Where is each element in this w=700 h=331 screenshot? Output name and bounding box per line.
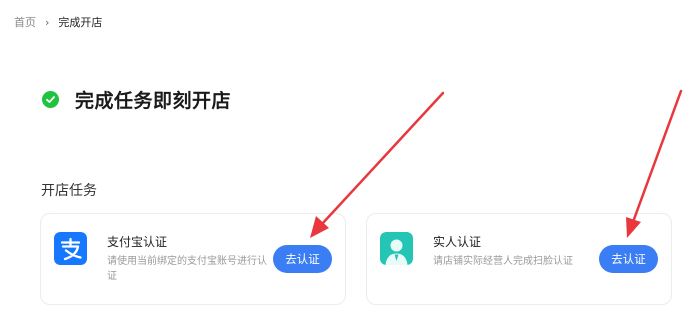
person-verify-icon [380,232,413,265]
task-name: 支付宝认证 [107,235,168,249]
task-card-alipay: 支付宝认证 请使用当前绑定的支付宝账号进行认证 去认证 [40,213,346,305]
check-circle-icon [42,91,59,108]
task-name: 实人认证 [433,235,482,249]
task-description: 请店铺实际经营人完成扫脸认证 [433,256,573,267]
task-description: 请使用当前绑定的支付宝账号进行认证 [107,256,267,282]
breadcrumb-current: 完成开店 [58,16,103,29]
alipay-icon [54,232,87,265]
page-header: 完成任务即刻开店 [42,86,231,113]
breadcrumb-home[interactable]: 首页 [14,14,36,30]
section-title: 开店任务 [41,183,97,199]
verify-button-alipay[interactable]: 去认证 [273,245,332,273]
task-card-person: 实人认证 请店铺实际经营人完成扫脸认证 去认证 [366,213,672,305]
breadcrumb: 首页 › 完成开店 [14,14,102,30]
chevron-right-icon: › [45,15,50,29]
page-title: 完成任务即刻开店 [75,90,232,112]
verify-button-person[interactable]: 去认证 [599,245,658,273]
